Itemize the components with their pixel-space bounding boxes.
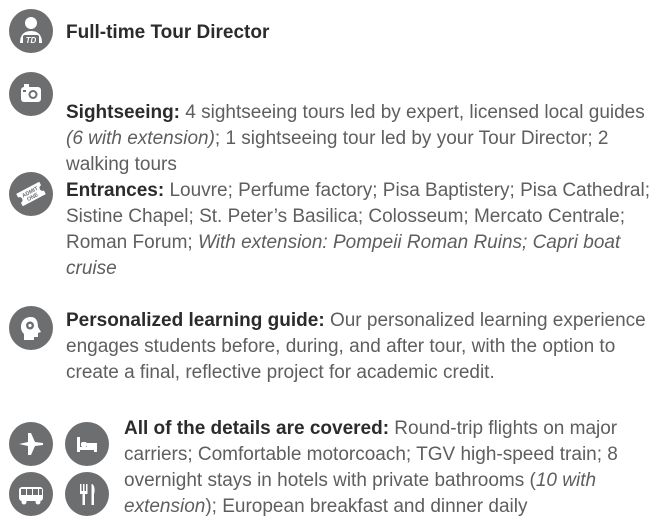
tour-director-icon: TD <box>9 9 53 53</box>
tour-director-item: Full-time Tour Director <box>66 20 656 46</box>
td-badge-text: TD <box>26 36 37 45</box>
entrances-title: Entrances: <box>66 180 165 201</box>
tour-director-title: Full-time Tour Director <box>66 22 270 43</box>
admit-one-ticket-icon: ADMIT ONE <box>9 172 53 216</box>
camera-icon <box>9 72 53 116</box>
bed-icon <box>65 422 109 466</box>
learning-title: Personalized learning guide: <box>66 310 325 331</box>
inclusions-list: TD Full-time Tour Director Sightseeing: … <box>0 0 667 517</box>
fork-knife-icon <box>65 472 109 516</box>
details-text-2: ); European breakfast and dinner daily <box>205 496 528 517</box>
sightseeing-item: Sightseeing: 4 sightseeing tours led by … <box>66 100 656 178</box>
details-title: All of the details are covered: <box>124 418 390 439</box>
learning-item: Personalized learning guide: Our persona… <box>66 308 656 386</box>
entrances-item: Entrances: Louvre; Perfume factory; Pisa… <box>66 178 656 282</box>
head-icon <box>9 306 53 350</box>
details-item: All of the details are covered: Round-tr… <box>124 416 660 520</box>
sightseeing-text-1: 4 sightseeing tours led by expert, licen… <box>180 102 645 123</box>
sightseeing-title: Sightseeing: <box>66 102 181 123</box>
airplane-icon <box>9 422 53 466</box>
sightseeing-extension: (6 with extension) <box>66 128 215 149</box>
bus-icon <box>9 472 53 516</box>
